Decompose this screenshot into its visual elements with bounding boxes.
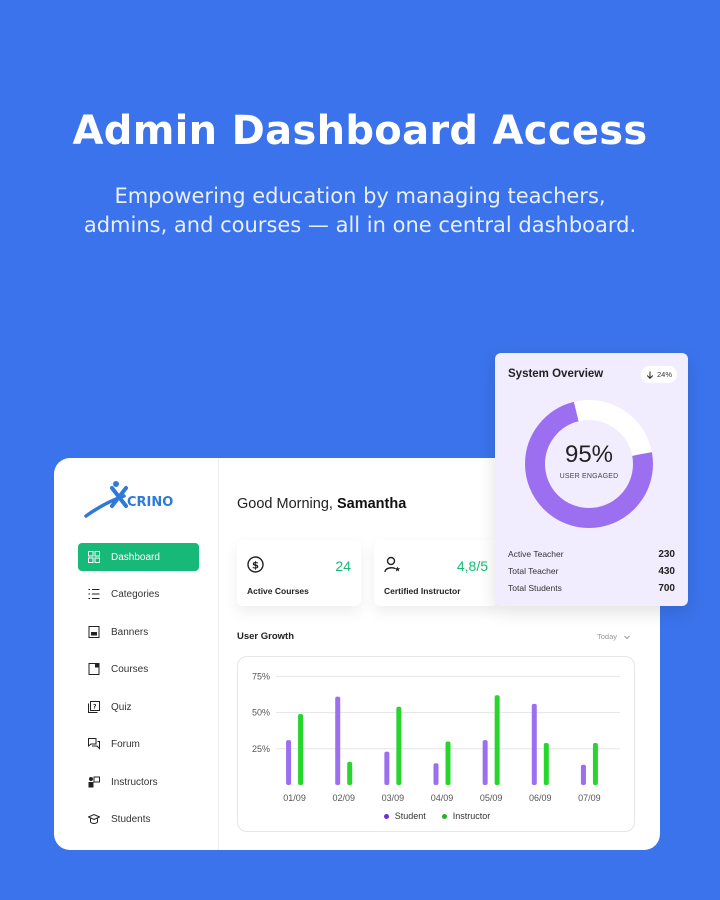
sidebar: CRINO Dashboard Categories Banners Cours… (54, 458, 219, 850)
banner-icon (88, 626, 100, 638)
chevron-down-icon (624, 635, 630, 639)
sidebar-item-banners[interactable]: Banners (78, 618, 199, 646)
sidebar-item-courses[interactable]: Courses (78, 655, 199, 683)
bar-instructor (445, 741, 451, 785)
book-icon (88, 663, 100, 675)
x-tick-label: 01/09 (283, 793, 306, 803)
bar-instructor (494, 695, 500, 785)
bar-instructor (543, 742, 549, 785)
overview-row-value: 430 (658, 566, 675, 577)
stat-value: 4,8/5 (456, 558, 488, 574)
overview-row-value: 700 (658, 583, 675, 594)
y-tick-label: 75% (252, 671, 270, 681)
sidebar-item-label: Students (111, 813, 151, 825)
system-overview-title: System Overview (508, 368, 604, 380)
sidebar-item-label: Banners (111, 626, 149, 638)
bar-instructor (592, 742, 598, 785)
y-tick-label: 25% (252, 744, 270, 754)
overview-row-label: Total Teacher (508, 566, 559, 576)
bar-student (531, 703, 537, 785)
system-overview-card: System Overview 24% 95% USER ENGAGED Act… (495, 353, 688, 606)
bar-student (433, 763, 439, 785)
sidebar-item-label: Courses (111, 663, 149, 675)
sidebar-item-label: Categories (111, 588, 160, 600)
bar-instructor (298, 714, 304, 785)
sidebar-item-students[interactable]: Students (78, 805, 199, 833)
overview-row-label: Total Students (508, 583, 562, 593)
legend-label: Student (394, 811, 426, 821)
legend-item-instructor: Instructor (441, 811, 491, 821)
user-star-icon (384, 556, 401, 573)
svg-text:?: ? (93, 704, 97, 711)
user-name: Samantha (336, 496, 407, 512)
greeting: Good Morning, Samantha (237, 496, 406, 512)
x-tick-label: 05/09 (480, 793, 503, 803)
sidebar-item-label: Quiz (111, 701, 132, 713)
hero-subtitle-line-2: admins, and courses — all in one central… (83, 213, 637, 237)
hero-subtitle-line-1: Empowering education by managing teacher… (114, 184, 606, 208)
bar-student (286, 740, 292, 785)
sidebar-item-categories[interactable]: Categories (78, 580, 199, 608)
brand-logo[interactable]: CRINO (82, 480, 182, 520)
x-tick-label: 03/09 (382, 793, 405, 803)
brand-name: CRINO (127, 495, 173, 510)
range-dropdown-value: Today (597, 632, 618, 641)
chart-legend: Student Instructor (238, 811, 636, 821)
stat-card-active-courses[interactable]: $ 24 Active Courses (237, 540, 361, 606)
stat-label: Certified Instructor (384, 586, 461, 596)
x-tick-label: 06/09 (529, 793, 552, 803)
svg-text:$: $ (252, 561, 259, 572)
change-badge: 24% (640, 366, 677, 383)
user-growth-chart: 25% 50% 75% 01/09 02/09 03/09 04/09 05/09 06/09 0… (237, 656, 635, 832)
legend-label: Instructor (452, 811, 491, 821)
legend-item-student: Student (383, 811, 426, 821)
greeting-text: Good Morning, (237, 496, 333, 512)
bar-student (482, 740, 488, 785)
bar-instructor (347, 761, 353, 785)
dollar-circle-icon: $ (247, 556, 264, 573)
instructor-icon (88, 776, 100, 788)
brand-logo-mark: CRINO (84, 481, 173, 518)
x-tick-label: 07/09 (578, 793, 601, 803)
overview-row-label: Active Teacher (508, 549, 564, 559)
user-growth-title: User Growth (237, 631, 295, 642)
bar-student (335, 696, 341, 785)
range-dropdown[interactable]: Today (597, 632, 631, 641)
engaged-label: USER ENGAGED (559, 473, 619, 480)
hero-subtitle: Empowering education by managing teacher… (60, 182, 660, 240)
chat-icon (88, 738, 100, 750)
overview-row-value: 230 (658, 549, 675, 560)
hero-title: Admin Dashboard Access (72, 108, 648, 154)
engaged-percent: 95% (564, 441, 614, 468)
stat-card-certified-instructor[interactable]: 4,8/5 Certified Instructor (374, 540, 498, 606)
sidebar-item-label: Instructors (111, 776, 158, 788)
graduation-cap-icon (88, 813, 100, 824)
overview-row-total-students: Total Students 700 (508, 583, 675, 594)
x-tick-label: 04/09 (431, 793, 454, 803)
legend-dot-instructor (441, 813, 447, 819)
sidebar-item-quiz[interactable]: ? Quiz (78, 693, 199, 721)
x-tick-label: 02/09 (332, 793, 355, 803)
legend-dot-student (383, 813, 389, 819)
sidebar-item-label: Forum (111, 738, 140, 750)
grid-icon (88, 551, 100, 563)
sidebar-item-label: Dashboard (111, 551, 160, 563)
sidebar-item-forum[interactable]: Forum (78, 730, 199, 758)
overview-row-active-teacher: Active Teacher 230 (508, 549, 675, 560)
bar-student (384, 751, 390, 785)
overview-row-total-teacher: Total Teacher 430 (508, 566, 675, 577)
sidebar-item-instructors[interactable]: Instructors (78, 768, 199, 796)
list-icon (88, 589, 100, 599)
stat-value: 24 (335, 558, 351, 574)
user-growth-plot: 25% 50% 75% 01/09 02/09 03/09 04/09 05/09 06/09 0… (252, 671, 620, 803)
bar-student (580, 764, 586, 785)
bar-instructor (396, 706, 402, 785)
sidebar-item-dashboard[interactable]: Dashboard (78, 543, 199, 571)
arrow-down-icon (646, 371, 654, 379)
y-tick-label: 50% (252, 708, 270, 718)
quiz-icon: ? (88, 701, 100, 713)
stat-label: Active Courses (247, 586, 309, 596)
change-value: 24% (656, 370, 672, 379)
